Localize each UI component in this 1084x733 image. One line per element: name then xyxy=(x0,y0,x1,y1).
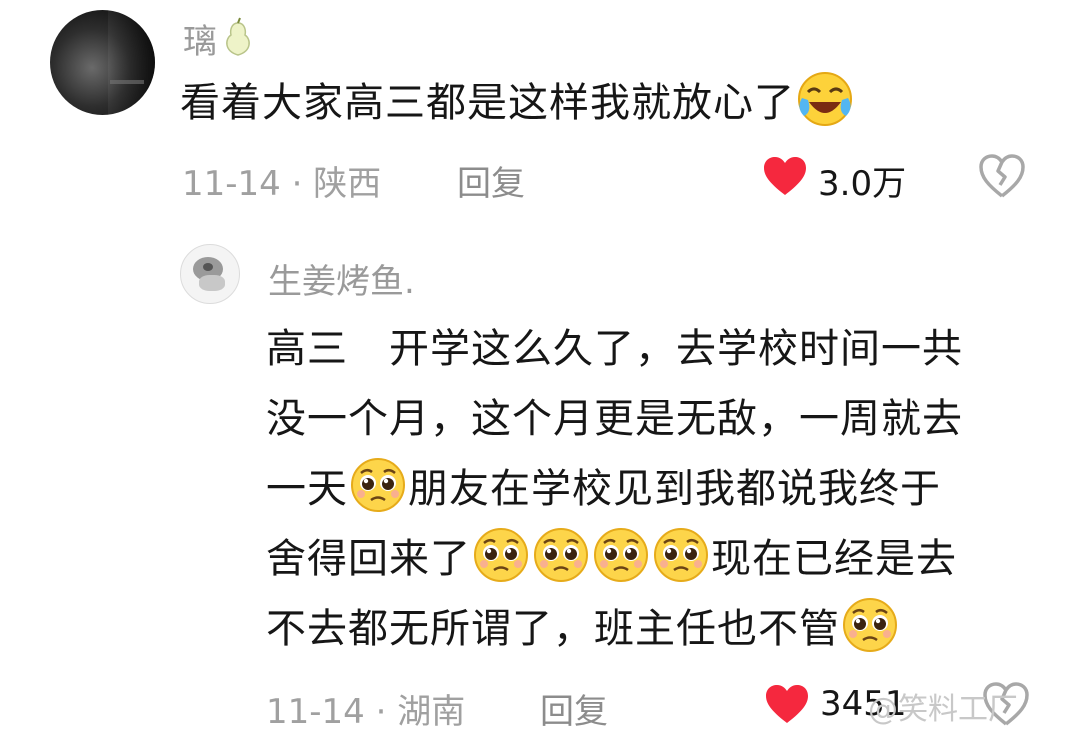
pleading-face-emoji xyxy=(472,526,530,584)
reply-button[interactable]: 回复 xyxy=(457,156,525,205)
pleading-face-emoji xyxy=(652,526,710,584)
pear-icon xyxy=(221,17,255,59)
pleading-face-emoji xyxy=(841,596,899,654)
pleading-face-emoji xyxy=(349,456,407,514)
laughing-tears-emoji xyxy=(796,70,854,128)
pleading-face-emoji xyxy=(592,526,650,584)
heart-icon xyxy=(766,685,808,723)
comment-username[interactable]: 璃 xyxy=(183,14,255,63)
like-button[interactable] xyxy=(764,683,810,725)
reply-meta: 11-14 · 湖南 xyxy=(266,692,466,732)
reply-text-line: 没一个月，这个月更是无敌，一周就去 xyxy=(266,396,963,442)
heart-icon xyxy=(764,157,806,195)
reply-text-line: 一天 朋友在学校见到我都说我终于 xyxy=(266,454,1066,524)
reply-text: 高三 开学这么久了，去学校时间一共 没一个月，这个月更是无敌，一周就去 一天 朋友… xyxy=(266,314,1066,664)
watermark: @笑料工厂 xyxy=(868,692,1018,727)
pleading-face-emoji xyxy=(532,526,590,584)
comment-meta: 11-14 · 陕西 xyxy=(182,164,382,204)
like-button[interactable] xyxy=(762,155,808,197)
broken-heart-icon xyxy=(979,154,1025,198)
reply-button[interactable]: 回复 xyxy=(540,684,608,733)
comment-text: 看着大家高三都是这样我就放心了 xyxy=(180,68,855,138)
reply-text-line: 高三 开学这么久了，去学校时间一共 xyxy=(266,326,963,372)
reply-avatar[interactable] xyxy=(180,244,240,304)
reply-text-line: 舍得回来了 现在已经是去 xyxy=(266,524,1066,594)
dislike-button[interactable] xyxy=(978,153,1026,199)
avatar[interactable] xyxy=(50,10,155,115)
reply-text-line: 不去都无所谓了，班主任也不管 xyxy=(266,594,1066,664)
like-count: 3.0万 xyxy=(818,164,907,204)
reply-username[interactable]: 生姜烤鱼. xyxy=(268,254,415,303)
